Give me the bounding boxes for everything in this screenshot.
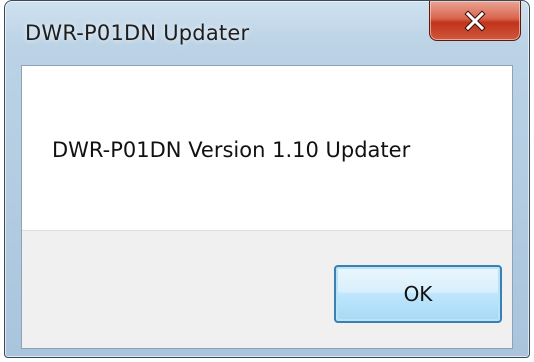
button-area: OK [22,230,512,348]
close-button[interactable] [429,1,521,41]
dialog-message: DWR-P01DN Version 1.10 Updater [52,138,411,162]
dialog-client-area: DWR-P01DN Version 1.10 Updater OK [21,65,513,349]
title-bar[interactable]: DWR-P01DN Updater [5,1,529,65]
message-area: DWR-P01DN Version 1.10 Updater [22,66,512,230]
close-icon [464,9,486,32]
dialog-window: DWR-P01DN Updater DWR-P01DN Version 1.10… [4,0,530,358]
window-title: DWR-P01DN Updater [25,21,250,45]
ok-button[interactable]: OK [334,265,502,323]
